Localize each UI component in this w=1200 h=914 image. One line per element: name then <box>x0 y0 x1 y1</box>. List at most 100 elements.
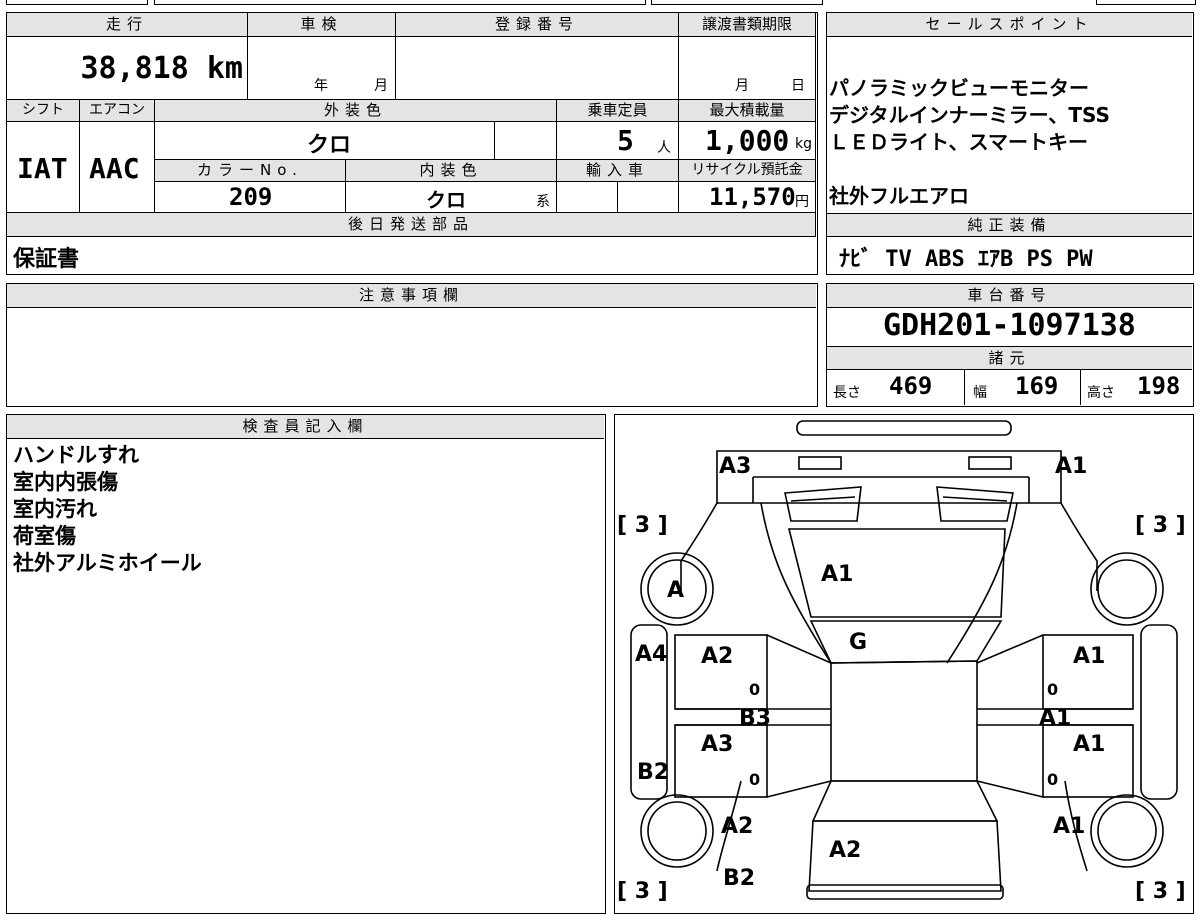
inspector-note-line: 室内内張傷 <box>13 470 118 494</box>
mark-front-right-corner: A1 <box>1055 454 1087 479</box>
later-parts-header: 後日発送部品 <box>7 213 816 237</box>
transfer-deadline-cell: 月 日 <box>679 37 816 100</box>
mark-hood: A1 <box>821 562 853 587</box>
mileage-header: 走行 <box>7 13 248 37</box>
right-side-panel-shape <box>1140 624 1178 800</box>
rear-window-shape <box>811 780 999 822</box>
chassis-box: 車台番号 GDH201-1097138 諸元 長さ 469 幅 169 高さ 1… <box>826 283 1194 407</box>
color-no-value: 209 <box>229 183 273 211</box>
import-cell-a <box>557 182 618 213</box>
mark-left-rear-pillar: B2 <box>637 760 669 785</box>
load-unit: kg <box>795 136 812 152</box>
chassis-value: GDH201-1097138 <box>883 308 1136 343</box>
color-no-header: カラーNo. <box>155 160 346 182</box>
inspector-box: 検査員記入欄 ハンドルすれ 室内内張傷 室内汚れ 荷室傷 社外アルミホイール <box>6 414 606 914</box>
sales-point-line: ＬＥＤライト、スマートキー <box>829 130 1088 154</box>
ac-header: エアコン <box>80 100 155 122</box>
later-parts-value: 保証書 <box>13 247 80 272</box>
width-value: 169 <box>1015 372 1059 400</box>
mark-left-rocker: B3 <box>739 706 771 731</box>
height-label: 高さ <box>1087 385 1115 401</box>
exterior-cell: クロ <box>155 122 495 160</box>
top-strip <box>6 0 1196 6</box>
mark-right-rear-door-small: 0 <box>1047 770 1058 789</box>
inspection-cell: 年 月 <box>248 37 396 100</box>
mark-left-front-door-small: 0 <box>749 680 760 699</box>
sales-points-header: セールスポイント <box>827 13 1192 37</box>
import-header: 輸入車 <box>557 160 679 182</box>
inspection-header: 車検 <box>248 13 396 37</box>
capacity-header: 乗車定員 <box>557 100 679 122</box>
mark-front-left-corner: A3 <box>719 454 751 479</box>
transfer-day: 日 <box>791 78 805 94</box>
tire-left-bottom: [ 3 ] <box>617 879 668 904</box>
mark-left-front-door: A2 <box>701 644 733 669</box>
inspector-note-line: ハンドルすれ <box>13 443 139 467</box>
registration-header: 登録番号 <box>396 13 679 37</box>
load-value: 1,000 <box>705 124 790 157</box>
mark-left-rear-door-small: 0 <box>749 770 760 789</box>
sales-point-line <box>829 156 1110 183</box>
capacity-value: 5 <box>617 124 634 157</box>
notes-header: 注意事項欄 <box>7 284 816 308</box>
mark-right-front-door-small: 0 <box>1047 680 1058 699</box>
left-rear-wheel-shape <box>640 794 714 868</box>
chassis-header: 車台番号 <box>827 284 1192 308</box>
front-bumper-shape <box>796 420 1012 436</box>
inspector-header: 検査員記入欄 <box>7 415 604 439</box>
tire-left-top: [ 3 ] <box>617 513 668 538</box>
ac-value: AAC <box>89 152 140 185</box>
ac-cell: AAC <box>80 122 155 213</box>
inspection-year: 年 <box>314 78 328 94</box>
mark-left-front-pillar: A4 <box>635 642 667 667</box>
mark-left-front-wheel: A <box>667 578 684 603</box>
sales-point-line: パノラミックビューモニター <box>829 76 1089 100</box>
shift-cell: IAT <box>7 122 80 213</box>
mark-rear: A2 <box>829 838 861 863</box>
inspector-notes: ハンドルすれ 室内内張傷 室内汚れ 荷室傷 社外アルミホイール <box>13 442 202 577</box>
mark-right-rear-fender: A1 <box>1053 814 1085 839</box>
interior-value: クロ <box>426 188 466 212</box>
roof-shape <box>830 660 978 782</box>
inspection-month: 月 <box>374 78 388 94</box>
tire-right-bottom: [ 3 ] <box>1135 879 1186 904</box>
load-cell: 1,000 kg <box>679 122 816 160</box>
length-value: 469 <box>889 372 933 400</box>
shift-value: IAT <box>17 152 68 185</box>
tire-right-top: [ 3 ] <box>1135 513 1186 538</box>
right-rear-wheel-shape <box>1090 794 1164 868</box>
sales-points-box: セールスポイント パノラミックビューモニター デジタルインナーミラー、TSS Ｌ… <box>826 12 1194 275</box>
equipment-value: ﾅﾋﾞ TV ABS ｴｱB PS PW <box>839 247 1093 272</box>
recycle-header: リサイクル預託金 <box>679 160 816 182</box>
width-cell: 幅 169 <box>965 370 1081 405</box>
mark-right-front-door: A1 <box>1073 644 1105 669</box>
mark-windshield: G <box>849 630 867 655</box>
interior-header: 内装色 <box>346 160 557 182</box>
car-diagram: [ 3 ] [ 3 ] [ 3 ] [ 3 ] A3 A1 A1 A G A4 … <box>617 420 1186 904</box>
spec-header: 諸元 <box>827 346 1192 370</box>
front-light-left-shape <box>798 456 842 470</box>
mark-left-rear-fender: A2 <box>721 814 753 839</box>
sales-point-line: デジタルインナーミラー、TSS <box>829 103 1110 127</box>
recycle-cell: 11,570 円 <box>679 182 816 213</box>
load-header: 最大積載量 <box>679 100 816 122</box>
vehicle-info-table: 走行 車検 登録番号 譲渡書類期限 38,818 km 年 月 月 日 シフト … <box>6 12 818 275</box>
car-diagram-box: [ 3 ] [ 3 ] [ 3 ] [ 3 ] A3 A1 A1 A G A4 … <box>614 414 1194 914</box>
recycle-unit: 円 <box>795 194 809 210</box>
exterior-value: クロ <box>307 133 352 158</box>
length-label: 長さ <box>833 385 861 401</box>
windshield-shape <box>809 620 1003 664</box>
inspector-note-line: 室内汚れ <box>13 497 97 521</box>
interior-cell: クロ 系 <box>346 182 557 213</box>
mark-left-rear-door: A3 <box>701 732 733 757</box>
grille-shape <box>784 486 862 522</box>
inspector-note-line: 社外アルミホイール <box>13 551 202 575</box>
recycle-value: 11,570 <box>709 183 796 211</box>
sales-points-list: パノラミックビューモニター デジタルインナーミラー、TSS ＬＥＤライト、スマー… <box>829 75 1110 210</box>
notes-box: 注意事項欄 <box>6 283 818 407</box>
exterior-extra-cell <box>495 122 557 160</box>
transfer-deadline-header: 譲渡書類期限 <box>679 13 816 37</box>
shift-header: シフト <box>7 100 80 122</box>
mark-rear-bumper: B2 <box>723 866 755 891</box>
mileage-cell: 38,818 km <box>7 37 248 100</box>
